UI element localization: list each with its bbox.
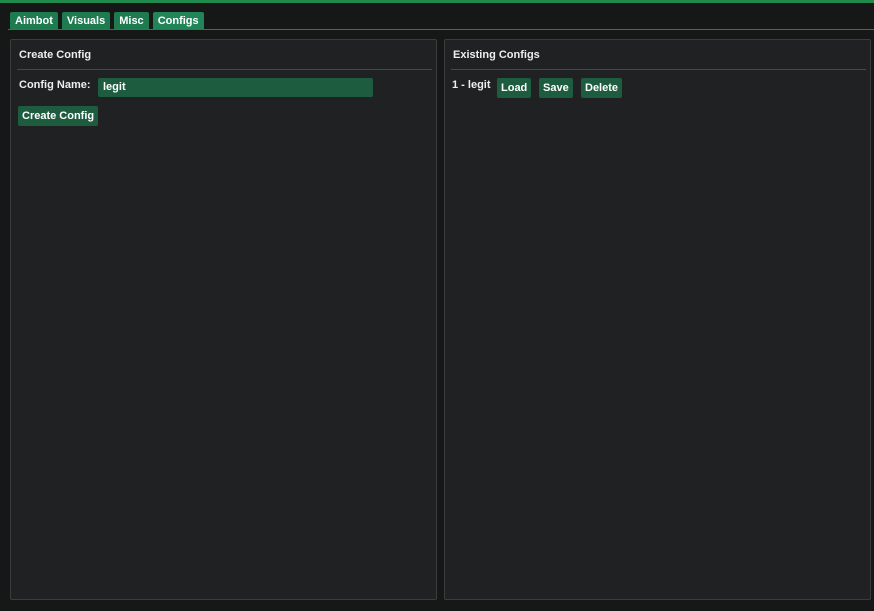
config-name-label: Config Name: (19, 79, 91, 91)
tab-bar: Aimbot Visuals Misc Configs (10, 12, 204, 30)
tab-divider (8, 29, 874, 30)
divider (451, 69, 866, 70)
save-button[interactable]: Save (539, 78, 573, 98)
top-accent-bar (0, 0, 874, 3)
tab-aimbot[interactable]: Aimbot (10, 12, 58, 30)
existing-configs-panel: Existing Configs 1 - legit Load Save Del… (444, 39, 871, 600)
panel-title: Create Config (19, 49, 92, 61)
tab-configs[interactable]: Configs (152, 12, 204, 30)
divider (17, 69, 432, 70)
panel-title: Existing Configs (453, 49, 540, 61)
config-name-input[interactable]: legit (98, 78, 373, 97)
delete-button[interactable]: Delete (581, 78, 623, 98)
create-config-button[interactable]: Create Config (18, 106, 99, 126)
create-config-panel: Create Config Config Name: legit Create … (10, 39, 437, 600)
load-button[interactable]: Load (497, 78, 532, 98)
tab-visuals[interactable]: Visuals (61, 12, 111, 30)
tab-misc[interactable]: Misc (114, 12, 149, 30)
config-label: 1 - legit (452, 79, 491, 91)
